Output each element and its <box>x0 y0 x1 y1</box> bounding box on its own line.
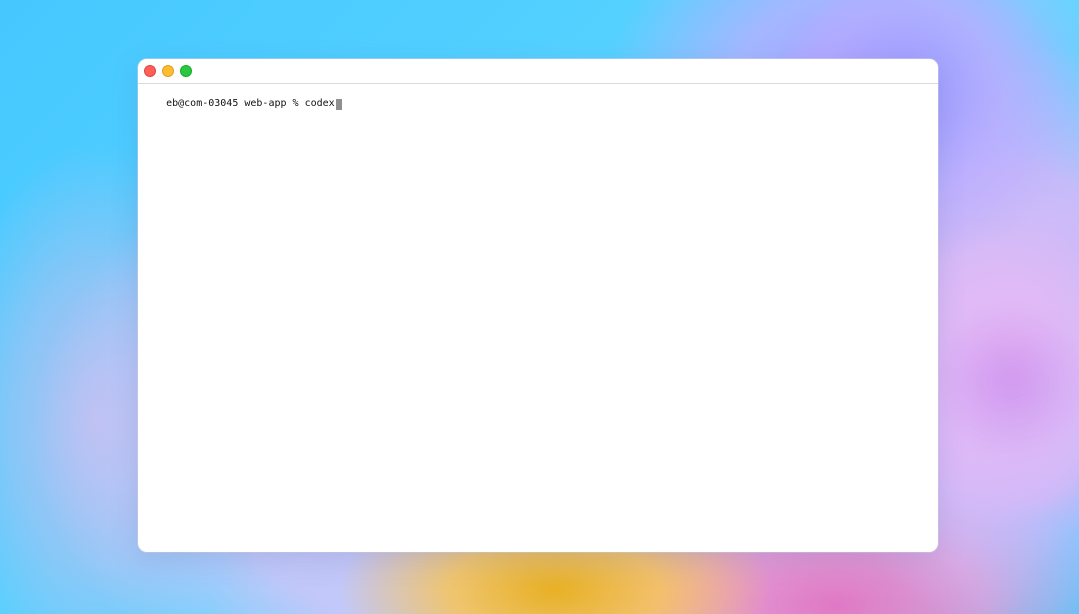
window-controls <box>144 65 192 77</box>
minimize-window-button[interactable] <box>162 65 174 77</box>
terminal-window[interactable]: eb@com-03045 web-app % codex <box>138 59 938 552</box>
window-titlebar[interactable] <box>138 59 938 84</box>
terminal-prompt: eb@com-03045 web-app % <box>166 98 305 109</box>
terminal-output[interactable]: eb@com-03045 web-app % codex <box>142 86 934 548</box>
close-window-button[interactable] <box>144 65 156 77</box>
zoom-window-button[interactable] <box>180 65 192 77</box>
text-cursor-icon <box>335 98 342 110</box>
terminal-command-line[interactable]: eb@com-03045 web-app % codex <box>166 98 342 110</box>
terminal-command[interactable]: codex <box>305 98 335 110</box>
